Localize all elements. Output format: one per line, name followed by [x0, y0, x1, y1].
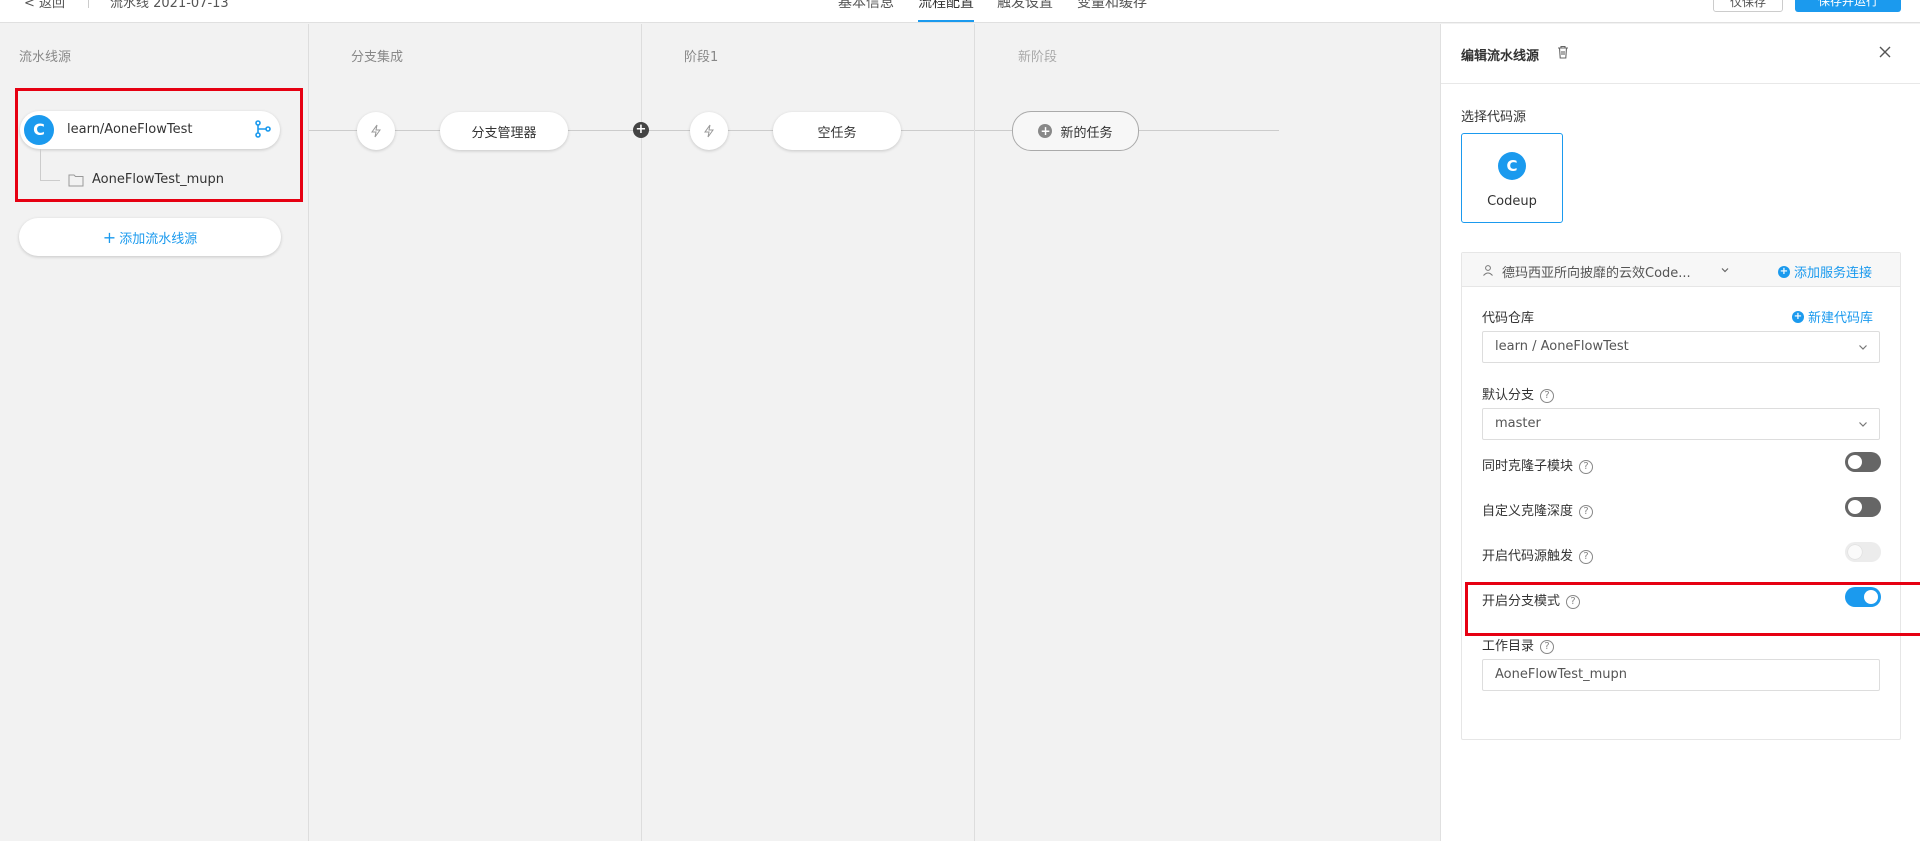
- panel-header: 编辑流水线源: [1441, 24, 1920, 84]
- task-branch-manager[interactable]: 分支管理器: [440, 112, 568, 150]
- trigger-icon[interactable]: [357, 112, 395, 150]
- add-service-connection-link[interactable]: + 添加服务连接: [1778, 262, 1872, 281]
- toggle-knob: [1848, 455, 1862, 469]
- workdir-label-row: 工作目录?: [1482, 635, 1555, 654]
- column-title: 阶段1: [684, 50, 719, 65]
- save-and-run-button[interactable]: 保存并运行: [1795, 0, 1901, 12]
- source-config-box: 德玛西亚所向披靡的云效Code... + 添加服务连接 代码仓库 + 新建代码库…: [1461, 252, 1901, 740]
- source-type-codeup[interactable]: C Codeup: [1461, 133, 1563, 223]
- plus-circle-icon: +: [1038, 124, 1053, 138]
- new-repo-link[interactable]: + 新建代码库: [1792, 307, 1873, 326]
- task-label: 新的任务: [1060, 125, 1113, 141]
- highlight-box-branch-mode: [1465, 582, 1920, 636]
- back-link[interactable]: < 返回: [24, 0, 65, 11]
- toggle-source-trigger[interactable]: [1845, 542, 1881, 562]
- source-type-name: Codeup: [1487, 194, 1537, 209]
- toggle-clone-depth[interactable]: [1845, 497, 1881, 517]
- panel-title: 编辑流水线源: [1461, 49, 1540, 64]
- column-title: 新阶段: [1018, 50, 1058, 65]
- add-pipeline-source-button[interactable]: + 添加流水线源: [19, 218, 281, 256]
- workdir-input[interactable]: AoneFlowTest_mupn: [1482, 659, 1880, 691]
- branch-value: master: [1495, 416, 1541, 431]
- help-icon[interactable]: ?: [1540, 388, 1555, 403]
- toggle-row-clone-depth: 自定义克隆深度?: [1482, 500, 1594, 519]
- tab-flow-config[interactable]: 流程配置: [918, 0, 974, 12]
- chevron-down-icon[interactable]: [1720, 265, 1730, 275]
- top-bar: < 返回 流水线 2021-07-13 基本信息 流程配置 触发设置 变量和缓存…: [0, 0, 1920, 23]
- toggle-knob: [1848, 545, 1862, 559]
- toggle-label: 同时克隆子模块: [1482, 459, 1574, 474]
- repo-select[interactable]: learn / AoneFlowTest: [1482, 331, 1880, 363]
- task-label: 分支管理器: [471, 125, 537, 141]
- toggle-row-source-trigger: 开启代码源触发?: [1482, 545, 1594, 564]
- active-tab-indicator: [918, 20, 974, 22]
- help-icon[interactable]: ?: [1579, 549, 1594, 564]
- service-connection-select[interactable]: 德玛西亚所向披靡的云效Code...: [1502, 262, 1691, 281]
- column-title: 分支集成: [351, 50, 404, 65]
- toggle-row-submodules: 同时克隆子模块?: [1482, 455, 1594, 474]
- pipeline-name: 流水线 2021-07-13: [110, 0, 229, 11]
- branch-label: 默认分支: [1482, 388, 1535, 403]
- codeup-logo-icon: C: [1498, 152, 1526, 180]
- branch-label-row: 默认分支?: [1482, 384, 1555, 403]
- toggle-submodules[interactable]: [1845, 452, 1881, 472]
- tab-variables-cache[interactable]: 变量和缓存: [1077, 0, 1147, 12]
- service-connection-bar: 德玛西亚所向披靡的云效Code... + 添加服务连接: [1462, 253, 1900, 287]
- tab-basic-info[interactable]: 基本信息: [838, 0, 894, 12]
- task-label: 空任务: [817, 125, 857, 141]
- highlight-box-source: [15, 88, 303, 202]
- toggle-knob: [1848, 500, 1862, 514]
- close-icon[interactable]: [1877, 44, 1893, 60]
- help-icon[interactable]: ?: [1579, 459, 1594, 474]
- toggle-label: 自定义克隆深度: [1482, 504, 1574, 519]
- add-source-label: 添加流水线源: [119, 231, 198, 247]
- save-button[interactable]: 仅保存: [1713, 0, 1783, 12]
- plus-circle-icon: +: [1778, 265, 1790, 278]
- toggle-label: 开启代码源触发: [1482, 549, 1574, 564]
- workdir-label: 工作目录: [1482, 639, 1535, 654]
- link-label: 添加服务连接: [1794, 266, 1873, 281]
- repo-label: 代码仓库: [1482, 311, 1535, 326]
- user-icon: [1483, 265, 1493, 276]
- help-icon[interactable]: ?: [1579, 504, 1594, 519]
- branch-select[interactable]: master: [1482, 408, 1880, 440]
- plus-circle-icon: +: [1792, 310, 1804, 323]
- plus-icon: +: [102, 227, 117, 247]
- trash-icon[interactable]: [1555, 44, 1571, 60]
- column-title: 流水线源: [19, 50, 72, 65]
- task-empty-task[interactable]: 空任务: [773, 112, 901, 150]
- trigger-icon[interactable]: [690, 112, 728, 150]
- repo-value: learn / AoneFlowTest: [1495, 339, 1629, 354]
- help-icon[interactable]: ?: [1540, 639, 1555, 654]
- divider: [88, 0, 89, 8]
- new-task-button[interactable]: + 新的任务: [1012, 111, 1139, 151]
- workdir-value: AoneFlowTest_mupn: [1495, 667, 1628, 682]
- chevron-down-icon: [1859, 345, 1867, 350]
- link-label: 新建代码库: [1808, 311, 1874, 326]
- choose-source-label: 选择代码源: [1461, 110, 1527, 125]
- tab-trigger-settings[interactable]: 触发设置: [997, 0, 1053, 12]
- chevron-down-icon: [1859, 422, 1867, 427]
- edit-source-panel: 编辑流水线源 选择代码源 C Codeup 德玛西亚所向披靡的云效Code...…: [1440, 24, 1920, 841]
